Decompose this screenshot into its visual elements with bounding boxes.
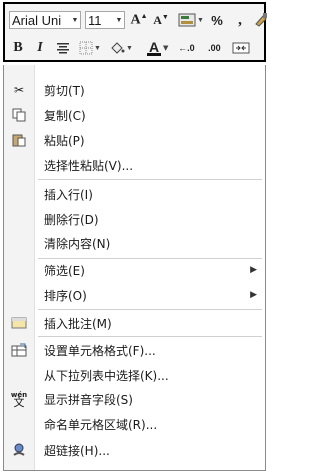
menu-item-clear-contents[interactable]: 清除内容(N) xyxy=(4,231,265,255)
mini-toolbar: Arial Uni ▼ 11 ▼ A▲ A▼ ▼ % , B I ▼ ▼ A ▼… xyxy=(3,2,267,62)
accounting-format-button[interactable]: ▼ xyxy=(177,11,205,29)
font-size-dropdown[interactable]: 11 ▼ xyxy=(85,11,125,29)
percent-label: % xyxy=(211,12,223,28)
menu-item-pick-from-list[interactable]: 从下拉列表中选择(K)... xyxy=(4,363,265,387)
comma-style-button[interactable]: , xyxy=(233,11,247,29)
shrink-font-icon: A▼ xyxy=(153,12,169,27)
menu-item-label: 设置单元格格式(F)... xyxy=(44,343,156,358)
font-size-value: 11 xyxy=(88,12,102,28)
phonetic-icon: wén 文 xyxy=(10,391,28,409)
menu-item-label: 复制(C) xyxy=(44,108,86,123)
borders-icon xyxy=(79,41,93,55)
menu-item-filter[interactable]: 筛选(E) ▶ xyxy=(4,258,265,282)
bold-label: B xyxy=(13,40,23,55)
menu-item-label: 粘贴(P) xyxy=(44,133,85,148)
menu-item-label: 剪切(T) xyxy=(44,83,85,98)
menu-item-paste[interactable]: 粘贴(P) xyxy=(4,128,265,152)
menu-item-format-cells[interactable]: 设置单元格格式(F)... xyxy=(4,338,265,362)
menu-item-delete-row[interactable]: 删除行(D) xyxy=(4,207,265,231)
menu-item-label: 插入行(I) xyxy=(44,187,93,202)
italic-label: I xyxy=(37,40,43,55)
grow-font-button[interactable]: A▲ xyxy=(129,11,149,29)
merge-cells-button[interactable] xyxy=(230,39,252,57)
context-menu: ✂ 剪切(T) 复制(C) 粘贴(P) 选择性粘贴(V)... 插入行(I) 删… xyxy=(3,65,266,471)
menu-item-cut[interactable]: ✂ 剪切(T) xyxy=(4,78,265,102)
comment-icon xyxy=(10,315,28,331)
menu-item-label: 排序(O) xyxy=(44,288,87,303)
comma-label: , xyxy=(238,11,242,28)
menu-item-label: 筛选(E) xyxy=(44,263,85,278)
center-align-button[interactable] xyxy=(53,39,73,57)
menu-item-paste-special[interactable]: 选择性粘贴(V)... xyxy=(4,153,265,177)
menu-item-label: 显示拼音字段(S) xyxy=(44,392,133,407)
font-color-swatch xyxy=(147,52,161,56)
menu-item-copy[interactable]: 复制(C) xyxy=(4,103,265,127)
menu-item-label: 插入批注(M) xyxy=(44,316,112,331)
hyperlink-icon xyxy=(10,442,28,458)
format-cells-icon xyxy=(10,342,28,358)
font-name-value: Arial Uni xyxy=(12,12,62,28)
copy-icon xyxy=(10,107,28,123)
merge-center-icon xyxy=(232,42,250,54)
decrease-decimal-button[interactable]: .00 xyxy=(202,39,226,57)
increase-decimal-button[interactable]: ←.0 xyxy=(174,39,198,57)
bold-button[interactable]: B xyxy=(9,39,27,57)
menu-item-label: 命名单元格区域(R)... xyxy=(44,417,158,432)
menu-item-sort[interactable]: 排序(O) ▶ xyxy=(4,283,265,307)
format-painter-button[interactable] xyxy=(251,11,271,29)
menu-item-label: 从下拉列表中选择(K)... xyxy=(44,368,169,383)
menu-separator xyxy=(38,336,262,337)
percent-style-button[interactable]: % xyxy=(207,11,227,29)
toolbar-row-2: B I ▼ ▼ A ▼ ←.0 .00 xyxy=(9,39,252,57)
menu-item-show-phonetic[interactable]: wén 文 显示拼音字段(S) xyxy=(4,387,265,411)
font-name-dropdown[interactable]: Arial Uni ▼ xyxy=(9,11,81,29)
menu-item-hyperlink[interactable]: 超链接(H)... xyxy=(4,438,265,462)
italic-button[interactable]: I xyxy=(31,39,49,57)
menu-item-label: 选择性粘贴(V)... xyxy=(44,158,134,173)
menu-separator xyxy=(38,179,262,180)
align-center-icon xyxy=(57,43,69,54)
fill-color-button[interactable]: ▼ xyxy=(107,39,135,57)
menu-separator xyxy=(38,309,262,310)
submenu-arrow-icon: ▶ xyxy=(250,265,257,275)
chevron-down-icon: ▼ xyxy=(71,16,79,24)
menu-item-label: 超链接(H)... xyxy=(44,443,110,458)
accounting-format-icon xyxy=(178,13,196,27)
shrink-font-button[interactable]: A▼ xyxy=(151,11,171,29)
menu-item-label: 删除行(D) xyxy=(44,212,99,227)
increase-decimal-icon: ←.0 xyxy=(178,43,195,53)
font-color-label: A xyxy=(148,38,160,55)
submenu-arrow-icon: ▶ xyxy=(250,290,257,300)
paste-icon xyxy=(10,132,28,148)
chevron-down-icon: ▼ xyxy=(115,16,123,24)
borders-button[interactable]: ▼ xyxy=(77,39,103,57)
scissors-icon: ✂ xyxy=(13,83,25,97)
format-painter-icon xyxy=(255,13,267,27)
menu-item-label: 清除内容(N) xyxy=(44,236,111,251)
grow-font-icon: A▲ xyxy=(130,11,148,28)
decrease-decimal-icon: .00 xyxy=(208,43,221,53)
menu-item-insert-comment[interactable]: 插入批注(M) xyxy=(4,311,265,335)
toolbar-row-1: Arial Uni ▼ 11 ▼ A▲ A▼ ▼ % , xyxy=(9,11,271,29)
menu-item-define-name[interactable]: 命名单元格区域(R)... xyxy=(4,412,265,436)
paint-bucket-icon xyxy=(111,42,125,54)
menu-item-insert-row[interactable]: 插入行(I) xyxy=(4,182,265,206)
